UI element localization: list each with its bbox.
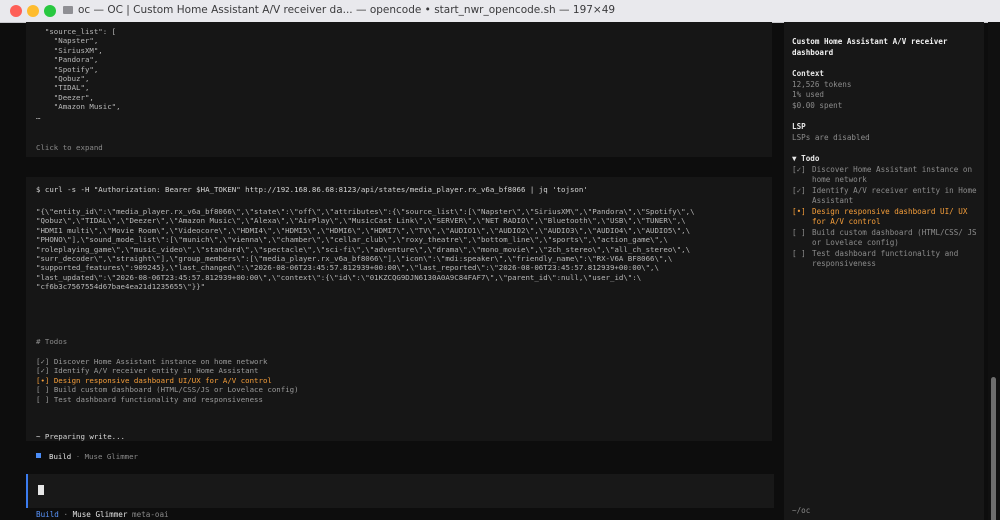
command-line: $ curl -s -H "Authorization: Bearer $HA_… [36, 185, 588, 194]
tool-output-line: "Napster", [36, 36, 99, 46]
tool-output-line: "Pandora", [36, 55, 99, 65]
context-spent: $0.00 spent [792, 100, 843, 110]
sidebar-todo-text: Identify A/V receiver entity in Home Ass… [812, 185, 977, 206]
command-output-line: "roleplaying_game\",\"music_video\",\"st… [36, 244, 691, 254]
tool-output-line: "source_list": [ [36, 27, 117, 36]
sidebar-todo-checkbox: [✓] [792, 185, 806, 195]
todo-checkbox: [✓] [36, 366, 50, 376]
todo-checkbox: [✓] [36, 357, 50, 366]
tool-output-block: "source_list": [ "Napster", "SiriusXM", … [26, 22, 772, 157]
todo-item: [ ] Test dashboard functionality and res… [36, 395, 299, 404]
todo-text: Build custom dashboard (HTML/CSS/JS or L… [53, 385, 299, 395]
sidebar-todo-text: Design responsive dashboard UI/ UX for A… [812, 206, 968, 227]
command-output-line: "Qobuz\",\"TIDAL\",\"Deezer\",\"Amazon M… [36, 216, 686, 226]
tool-output-line: "TIDAL", [36, 83, 90, 93]
command-output-line: "last_updated\":\"2026-08-06T23:45:57.81… [36, 272, 642, 282]
todo-text: Discover Home Assistant instance on home… [53, 357, 268, 366]
context-tokens: 12,526 tokens [792, 79, 852, 89]
context-section: Context 12,526 tokens 1% used $0.00 spen… [792, 69, 982, 111]
footer-provider: meta-oai [132, 510, 169, 519]
working-directory: ~/oc [792, 506, 811, 515]
todo-checkbox: [ ] [36, 385, 50, 395]
model-name: Muse Glimmer [84, 452, 139, 461]
session-title: Custom Home Assistant A/V receiver dashb… [792, 37, 948, 57]
minimize-window-button[interactable] [27, 5, 39, 17]
tool-output-line: … [36, 111, 41, 121]
context-header: Context [792, 69, 825, 78]
todo-text: Design responsive dashboard UI/UX for A/… [53, 375, 272, 385]
todo-item: [✓] Discover Home Assistant instance on … [36, 357, 299, 366]
window-title: oc — OC | Custom Home Assistant A/V rece… [78, 4, 616, 16]
sidebar-todo-checkbox: [•] [792, 206, 806, 216]
command-output-line: "PHONO\"],\"sound_mode_list\":[\"munich\… [36, 235, 668, 245]
agent-separator: · [75, 452, 81, 461]
prompt-input[interactable] [26, 474, 774, 508]
command-block: $ curl -s -H "Authorization: Bearer $HA_… [26, 177, 772, 326]
context-used: 1% used [792, 90, 825, 99]
sidebar-todo-item: [ ] Build custom dashboard (HTML/CSS/ JS … [792, 228, 982, 249]
conversation-pane: "source_list": [ "Napster", "SiriusXM", … [26, 22, 776, 520]
footer-separator: · [63, 510, 69, 519]
sidebar-todo-text: Build custom dashboard (HTML/CSS/ JS or … [812, 227, 977, 248]
footer-agent[interactable]: Build [36, 510, 59, 519]
command-output-line: "{\"entity_id\":\"media_player.rx_v6a_bf… [36, 207, 695, 216]
command-output: "{\"entity_id\":\"media_player.rx_v6a_bf… [36, 207, 695, 292]
session-sidebar: Custom Home Assistant A/V receiver dashb… [784, 22, 984, 520]
todo-checkbox: [•] [36, 375, 50, 385]
scrollbar-thumb[interactable] [991, 377, 996, 520]
todo-checkbox: [ ] [36, 394, 50, 404]
tool-output-line: "Amazon Music", [36, 102, 121, 112]
footer-model[interactable]: Muse Glimmer [73, 510, 128, 519]
preparing-status: ~ Preparing write... [36, 432, 125, 441]
sidebar-todo-list: [✓] Discover Home Assistant instance on h… [792, 165, 982, 270]
footer-status: Build · Muse Glimmer meta-oai [36, 510, 169, 519]
lsp-section: LSP LSPs are disabled [792, 122, 982, 143]
todo-item: [✓] Identify A/V receiver entity in Home… [36, 366, 299, 375]
sidebar-todo-text: Test dashboard functionality and respons… [812, 248, 959, 269]
terminal-window: oc — OC | Custom Home Assistant A/V rece… [0, 0, 1000, 520]
command-output-line: "HDMI1 multi\",\"Movie Room\",\"Videocor… [36, 225, 691, 235]
tool-output-lines: "source_list": [ "Napster", "SiriusXM", … [36, 27, 121, 121]
command-output-line: "cf6b3c7567554d67bae4ea21d1235655\"}}" [36, 282, 206, 292]
todo-toggle[interactable]: ▼ Todo [792, 154, 982, 165]
todos-list: [✓] Discover Home Assistant instance on … [36, 357, 299, 404]
text-cursor [38, 485, 44, 495]
close-window-button[interactable] [10, 5, 22, 17]
agent-status: Build · Muse Glimmer [36, 452, 138, 461]
lsp-header: LSP [792, 122, 806, 131]
sidebar-todo-item: [•] Design responsive dashboard UI/ UX fo… [792, 207, 982, 228]
agent-indicator-icon [36, 453, 41, 458]
tool-output-line: "Spotify", [36, 64, 99, 74]
sidebar-todo-checkbox: [✓] [792, 164, 806, 174]
command-output-line: "supported_features\":909245},\"last_cha… [36, 263, 659, 273]
sidebar-todo-item: [✓] Discover Home Assistant instance on h… [792, 165, 982, 186]
scrollbar[interactable] [988, 22, 1000, 520]
todo-text: Identify A/V receiver entity in Home Ass… [53, 366, 259, 376]
zoom-window-button[interactable] [44, 5, 56, 17]
folder-icon [63, 6, 73, 14]
title-bar: oc — OC | Custom Home Assistant A/V rece… [0, 0, 1000, 23]
tool-output-line: "Qobuz", [36, 74, 90, 84]
todo-item: [ ] Build custom dashboard (HTML/CSS/JS … [36, 385, 299, 394]
expand-link[interactable]: Click to expand [36, 143, 103, 152]
todo-item: [•] Design responsive dashboard UI/UX fo… [36, 376, 299, 385]
tool-output-line: "SiriusXM", [36, 45, 103, 55]
command-output-line: "surr_decoder\",\"straight\"],\"group_me… [36, 254, 673, 264]
agent-name: Build [49, 452, 72, 461]
sidebar-todo-checkbox: [ ] [792, 227, 806, 237]
todo-text: Test dashboard functionality and respons… [53, 394, 263, 404]
sidebar-todo-checkbox: [ ] [792, 248, 806, 258]
todos-header: # Todos [36, 337, 68, 346]
todo-section: ▼ Todo [✓] Discover Home Assistant instan… [792, 154, 982, 270]
tool-output-line: "Deezer", [36, 92, 94, 102]
sidebar-todo-item: [ ] Test dashboard functionality and resp… [792, 249, 982, 270]
lsp-status: LSPs are disabled [792, 132, 870, 142]
sidebar-todo-item: [✓] Identify A/V receiver entity in Home … [792, 186, 982, 207]
todos-block: # Todos [✓] Discover Home Assistant inst… [26, 324, 772, 441]
sidebar-todo-text: Discover Home Assistant instance on home… [812, 164, 973, 185]
